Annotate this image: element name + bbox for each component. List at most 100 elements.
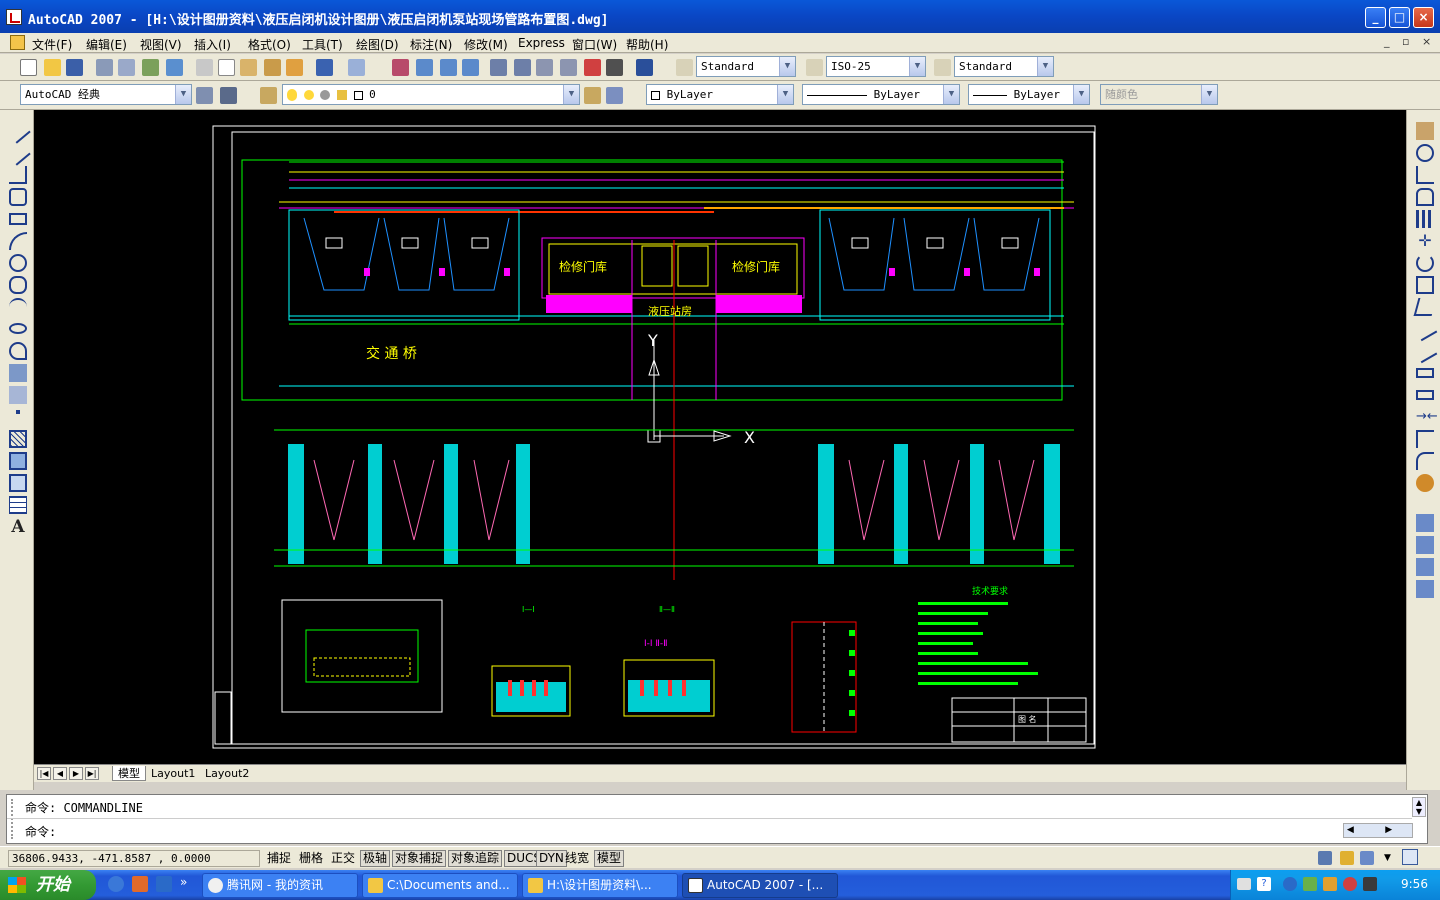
task-browser[interactable]: 腾讯网 - 我的资讯: [202, 873, 358, 898]
menu-express[interactable]: Express: [518, 36, 565, 50]
linetype-select[interactable]: ByLayer ▼: [802, 84, 960, 105]
menu-edit[interactable]: 编辑(E): [86, 36, 127, 53]
last-tab-button[interactable]: ▶|: [85, 767, 99, 780]
ellipse-arc-icon[interactable]: [9, 342, 27, 360]
cut-icon[interactable]: [196, 59, 213, 76]
undo-icon[interactable]: [316, 59, 333, 76]
menu-format[interactable]: 格式(O): [248, 36, 291, 53]
task-explorer-docs[interactable]: C:\Documents and...: [362, 873, 518, 898]
start-button[interactable]: 开始: [0, 870, 96, 900]
tray-app-icon-2[interactable]: [1323, 877, 1337, 891]
command-prompt[interactable]: 命令:: [25, 823, 56, 840]
menu-insert[interactable]: 插入(I): [194, 36, 231, 53]
communication-center-icon[interactable]: [1318, 851, 1332, 865]
table-icon[interactable]: [9, 496, 27, 514]
trim-icon[interactable]: [1412, 316, 1438, 342]
explode-icon[interactable]: [1416, 474, 1434, 492]
ortho-toggle[interactable]: 正交: [328, 850, 358, 867]
quicklaunch-anchor-icon[interactable]: [156, 876, 172, 892]
circle-icon[interactable]: [9, 254, 27, 272]
next-tab-button[interactable]: ▶: [69, 767, 83, 780]
osnap-toggle[interactable]: 对象捕捉: [392, 850, 447, 867]
status-menu-chevron-icon[interactable]: ▼: [1384, 853, 1391, 863]
stretch-icon[interactable]: [1413, 298, 1437, 316]
workspace-select[interactable]: AutoCAD 经典 ▼: [20, 84, 192, 105]
draworder-under-icon[interactable]: [1416, 580, 1434, 598]
copy-icon[interactable]: [218, 59, 235, 76]
extend-icon[interactable]: [1412, 338, 1438, 364]
draworder-back-icon[interactable]: [1416, 536, 1434, 554]
menu-dimension[interactable]: 标注(N): [410, 36, 452, 53]
properties-icon[interactable]: [490, 59, 507, 76]
dim-style-icon[interactable]: [806, 59, 823, 76]
keyboard-icon[interactable]: [1237, 878, 1251, 890]
dim-style-select[interactable]: ISO-25 ▼: [826, 56, 926, 77]
task-explorer-h[interactable]: H:\设计图册资料\...: [522, 873, 678, 898]
array-icon[interactable]: [1416, 210, 1434, 228]
tab-layout1[interactable]: Layout1: [146, 766, 200, 781]
lineweight-toggle[interactable]: 线宽: [562, 850, 592, 867]
new-icon[interactable]: [20, 59, 37, 76]
doc-minimize-button[interactable]: _: [1384, 35, 1390, 48]
layer-previous-icon[interactable]: [606, 87, 623, 104]
copy-object-icon[interactable]: [1416, 144, 1434, 162]
table-style-select[interactable]: Standard ▼: [954, 56, 1054, 77]
revision-cloud-icon[interactable]: [9, 276, 27, 294]
sheet-set-icon[interactable]: [560, 59, 577, 76]
autocad-app-icon[interactable]: [6, 9, 22, 25]
save-icon[interactable]: [66, 59, 83, 76]
spline-icon[interactable]: [9, 298, 27, 316]
point-icon[interactable]: [16, 410, 20, 414]
make-block-icon[interactable]: [9, 386, 27, 404]
move-icon[interactable]: ✛: [1416, 232, 1434, 250]
region-icon[interactable]: [9, 474, 27, 492]
layer-manager-icon[interactable]: [260, 87, 277, 104]
command-window-grip[interactable]: [11, 799, 17, 839]
clean-screen-icon[interactable]: [1402, 849, 1418, 865]
block-editor-icon[interactable]: [286, 59, 303, 76]
chamfer-icon[interactable]: [1416, 430, 1434, 448]
layer-select[interactable]: 0 ▼: [282, 84, 580, 105]
snap-toggle[interactable]: 捕捉: [264, 850, 294, 867]
tray-settings-icon[interactable]: [1360, 851, 1374, 865]
paste-icon[interactable]: [240, 59, 257, 76]
markup-icon[interactable]: [584, 59, 601, 76]
publish-icon[interactable]: [142, 59, 159, 76]
scale-icon[interactable]: [1416, 276, 1434, 294]
match-properties-icon[interactable]: [264, 59, 281, 76]
pan-icon[interactable]: [392, 59, 409, 76]
construction-line-icon[interactable]: [5, 140, 31, 166]
design-center-icon[interactable]: [514, 59, 531, 76]
menu-window[interactable]: 窗口(W): [572, 36, 617, 53]
close-button[interactable]: ×: [1413, 7, 1434, 28]
command-scrollbar[interactable]: ▲ ▼: [1412, 797, 1426, 817]
multiline-text-icon[interactable]: A: [9, 518, 27, 536]
lock-toolbar-icon[interactable]: [1340, 851, 1354, 865]
fillet-icon[interactable]: [1416, 452, 1434, 470]
volume-icon[interactable]: [1363, 877, 1377, 891]
zoom-previous-icon[interactable]: [462, 59, 479, 76]
polyline-icon[interactable]: [9, 166, 27, 184]
lineweight-select[interactable]: ByLayer ▼: [968, 84, 1090, 105]
menu-file[interactable]: 文件(F): [32, 36, 72, 53]
color-select[interactable]: ByLayer ▼: [646, 84, 794, 105]
erase-icon[interactable]: [1416, 122, 1434, 140]
menu-modify[interactable]: 修改(M): [464, 36, 508, 53]
ie-icon[interactable]: [108, 876, 124, 892]
tool-palettes-icon[interactable]: [536, 59, 553, 76]
draworder-front-icon[interactable]: [1416, 514, 1434, 532]
help-tray-icon[interactable]: ?: [1257, 877, 1271, 891]
make-layer-current-icon[interactable]: [584, 87, 601, 104]
quicklaunch-more-button[interactable]: »: [180, 875, 187, 889]
command-window[interactable]: 命令: COMMANDLINE 命令: ▲ ▼ ◀ ▶: [6, 794, 1428, 844]
first-tab-button[interactable]: |◀: [37, 767, 51, 780]
gradient-icon[interactable]: [9, 452, 27, 470]
minimize-button[interactable]: _: [1365, 7, 1386, 28]
draworder-above-icon[interactable]: [1416, 558, 1434, 576]
polygon-icon[interactable]: [9, 188, 27, 206]
offset-icon[interactable]: [1416, 188, 1434, 206]
workspace-settings-icon[interactable]: [196, 87, 213, 104]
doc-restore-button[interactable]: ▫: [1402, 35, 1409, 48]
text-style-icon[interactable]: [676, 59, 693, 76]
ellipse-icon[interactable]: [9, 323, 27, 334]
